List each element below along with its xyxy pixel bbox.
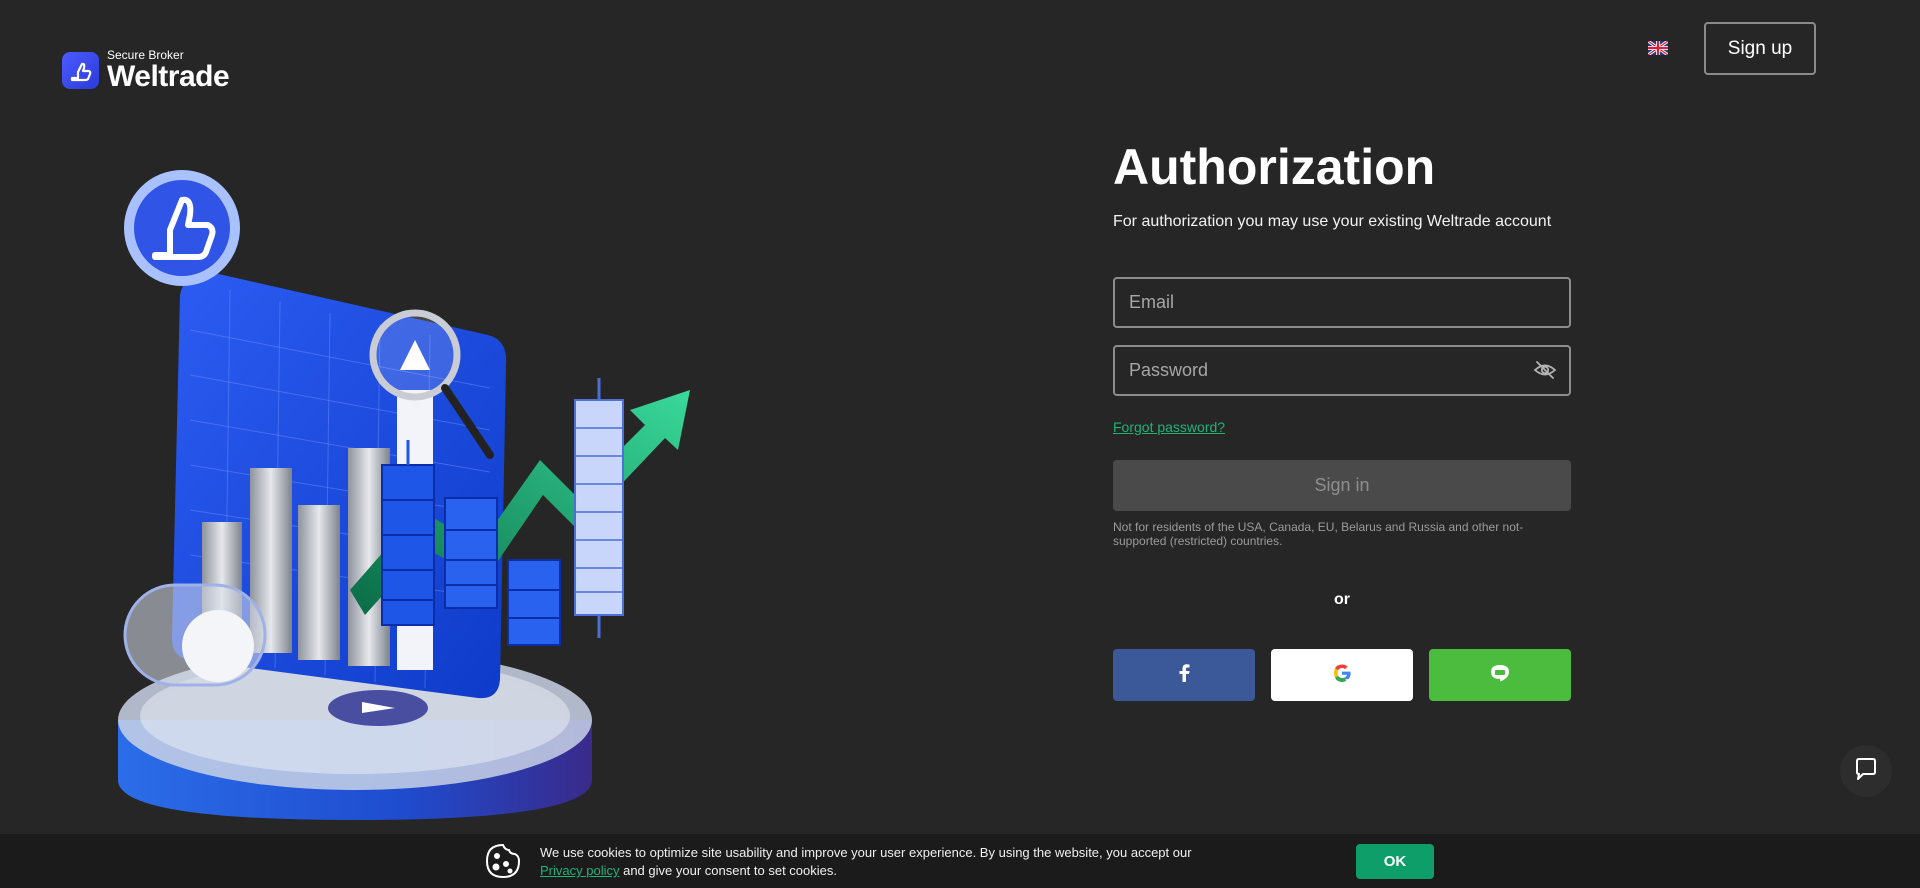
hero-illustration: [100, 160, 740, 840]
line-login-button[interactable]: [1429, 648, 1571, 701]
privacy-policy-link[interactable]: Privacy policy: [540, 863, 619, 878]
page-title: Authorization: [1113, 139, 1436, 195]
live-chat-button[interactable]: [1840, 745, 1892, 797]
cookie-icon: [484, 842, 522, 880]
chat-bubble-icon: [1853, 756, 1879, 787]
sign-in-button[interactable]: Sign in: [1113, 460, 1571, 511]
weltrade-logo[interactable]: Secure Broker Weltrade: [62, 49, 230, 93]
page-subtitle: For authorization you may use your exist…: [1113, 213, 1552, 230]
sign-up-button[interactable]: Sign up: [1704, 22, 1816, 75]
language-flag-icon[interactable]: [1647, 39, 1669, 57]
forgot-password-link[interactable]: Forgot password?: [1113, 419, 1225, 435]
social-login-group: [1113, 648, 1571, 701]
cookie-ok-button[interactable]: OK: [1356, 844, 1434, 879]
authorization-form: Authorization For authorization you may …: [1113, 140, 1571, 701]
facebook-login-button[interactable]: [1113, 648, 1255, 701]
restriction-disclaimer: Not for residents of the USA, Canada, EU…: [1113, 520, 1524, 548]
line-icon: [1490, 664, 1510, 685]
logo-wordmark: Weltrade: [107, 60, 230, 93]
cookie-message: We use cookies to optimize site usabilit…: [540, 844, 1192, 880]
password-input[interactable]: [1113, 345, 1571, 396]
google-login-button[interactable]: [1271, 648, 1413, 701]
or-divider: or: [1334, 590, 1350, 608]
eye-slash-icon[interactable]: [1533, 358, 1557, 382]
thumbs-up-logo-icon: [62, 52, 99, 89]
facebook-icon: [1178, 664, 1190, 685]
cookie-consent-bar: We use cookies to optimize site usabilit…: [0, 834, 1920, 888]
cookie-text-line-1: We use cookies to optimize site usabilit…: [540, 845, 1192, 860]
google-icon: [1333, 664, 1351, 685]
email-input[interactable]: [1113, 277, 1571, 328]
password-field-wrapper: [1113, 345, 1571, 396]
cookie-text-line-2: and give your consent to set cookies.: [623, 863, 837, 878]
